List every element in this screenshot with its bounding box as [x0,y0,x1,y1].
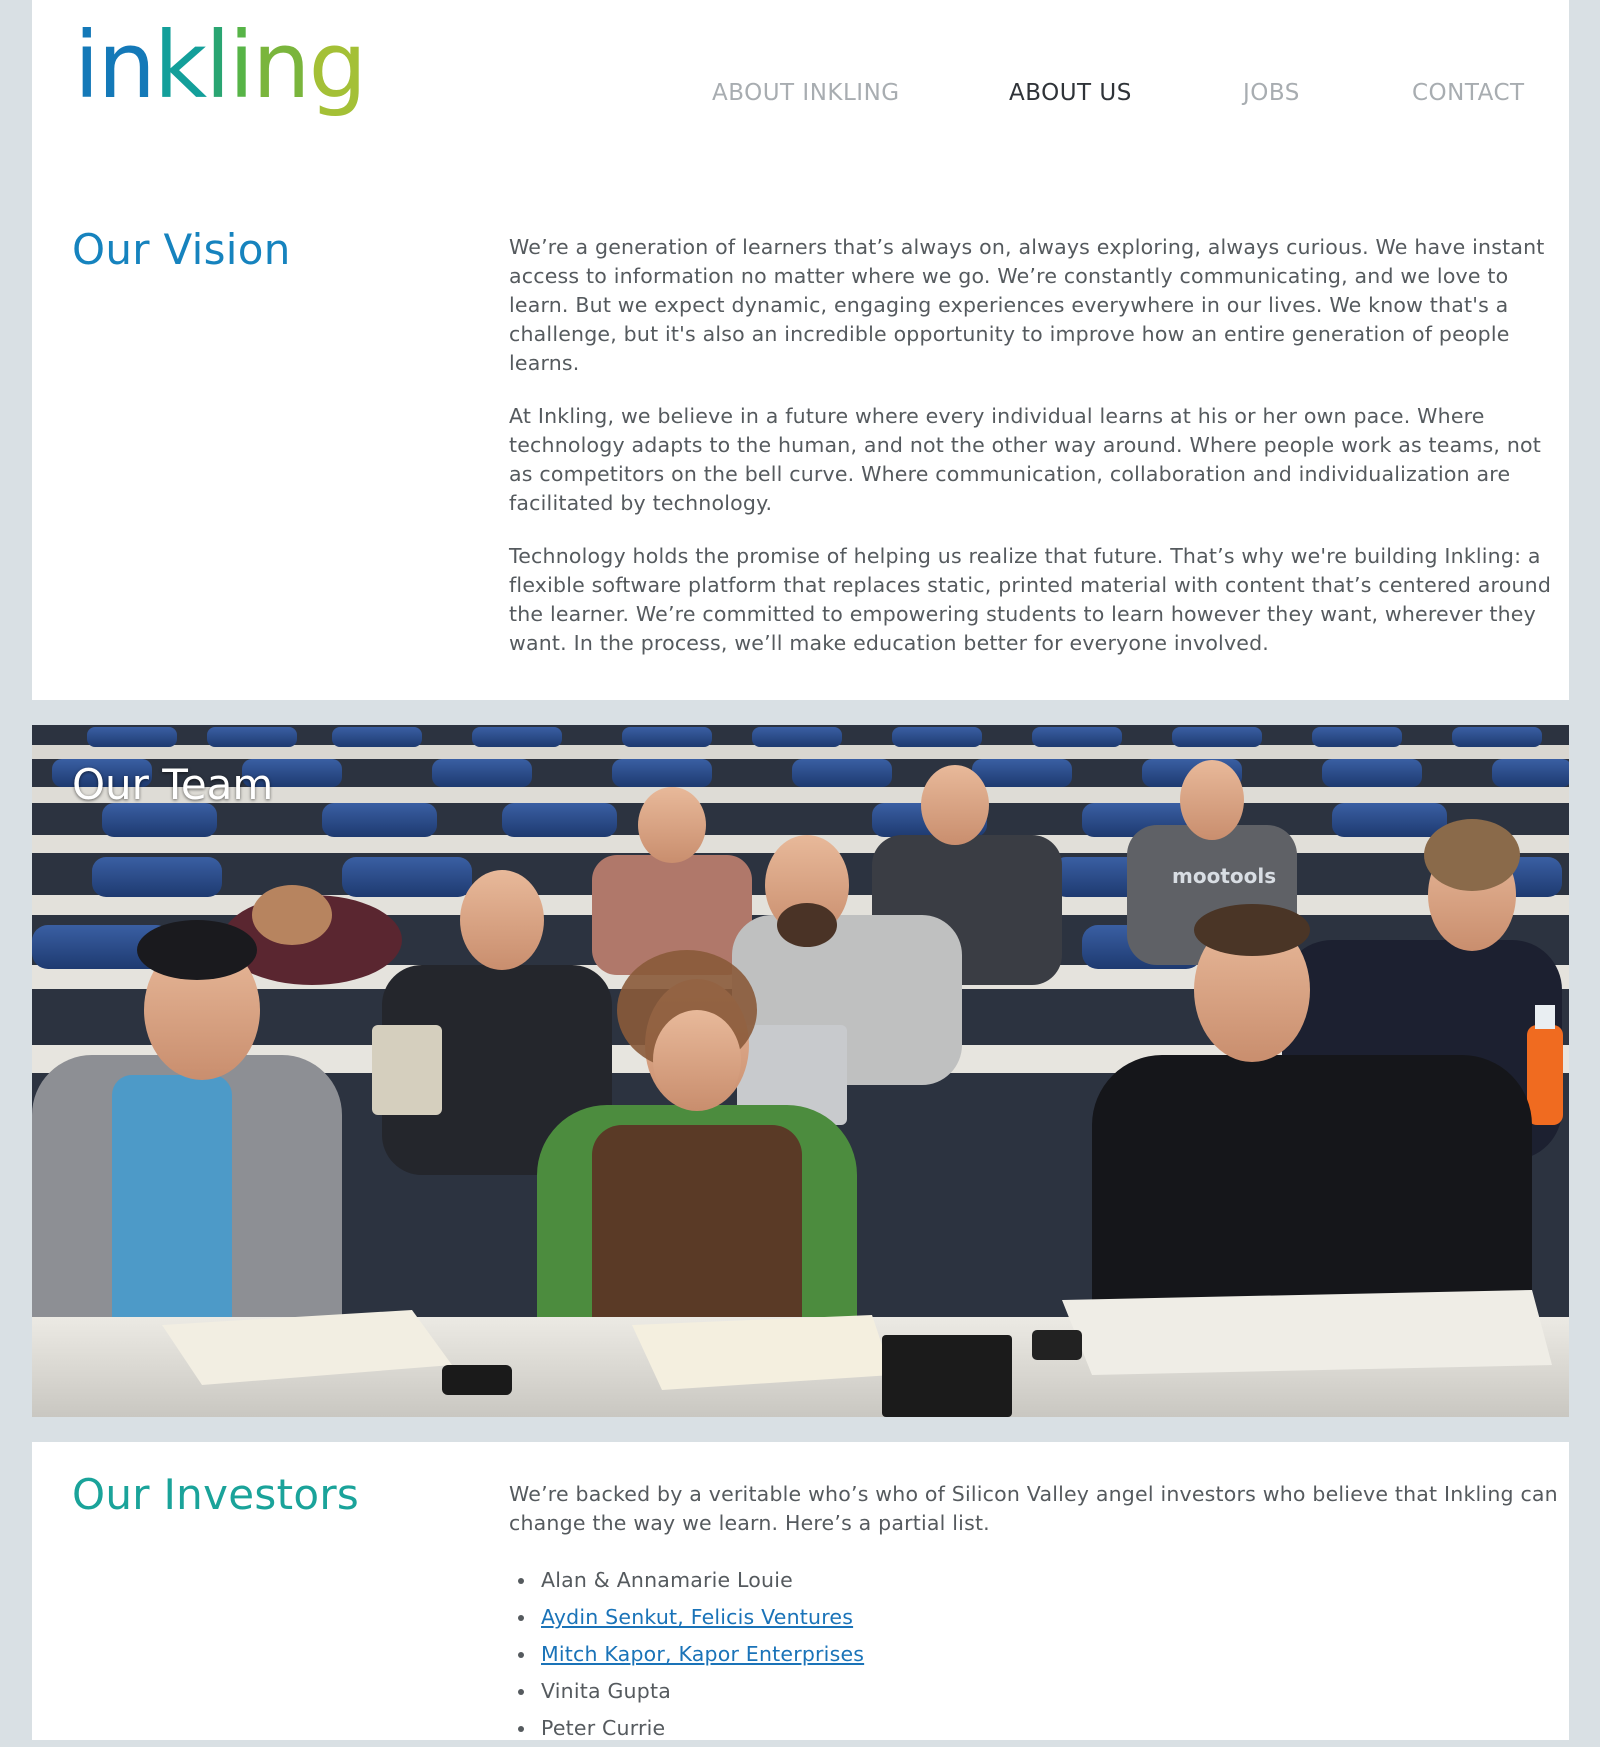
nav-jobs[interactable]: JOBS [1243,80,1300,106]
list-item: Alan & Annamarie Louie [509,1562,1559,1599]
logo-letter: i [74,12,100,119]
nav-about-us[interactable]: ABOUT US [1009,80,1132,106]
vision-title: Our Vision [72,225,291,274]
logo-letter: n [97,12,156,119]
nav-contact[interactable]: CONTACT [1412,80,1525,106]
list-item: Vinita Gupta [509,1673,1559,1710]
investor-name: Peter Currie [541,1716,666,1740]
vision-body: We’re a generation of learners that’s al… [509,233,1559,682]
investors-panel: Our Investors We’re backed by a veritabl… [32,1442,1569,1740]
vision-panel: inkling ABOUT INKLING ABOUT US JOBS CONT… [32,0,1569,700]
logo-letter: l [205,12,231,119]
shirt-text: mootools [1172,864,1276,888]
list-item: Aydin Senkut, Felicis Ventures [509,1599,1559,1636]
logo-letter: n [252,12,310,119]
inkling-logo[interactable]: inkling [74,12,367,119]
list-item: Peter Currie [509,1710,1559,1747]
investors-title: Our Investors [72,1470,360,1519]
investor-link[interactable]: Mitch Kapor, Kapor Enterprises [541,1642,864,1666]
phone [442,1365,512,1395]
team-panel: mootools Our Team [32,725,1569,1417]
logo-letter: g [308,12,367,119]
list-item: Mitch Kapor, Kapor Enterprises [509,1636,1559,1673]
investor-name: Alan & Annamarie Louie [541,1568,793,1592]
team-photo: mootools [32,725,1569,1417]
vision-paragraph: At Inkling, we believe in a future where… [509,404,1542,515]
investor-name: Vinita Gupta [541,1679,671,1703]
nav-about-inkling[interactable]: ABOUT INKLING [712,80,900,106]
team-title: Our Team [72,760,274,809]
investor-list: Alan & Annamarie Louie Aydin Senkut, Fel… [509,1562,1559,1747]
phone [1032,1330,1082,1360]
box [882,1335,1012,1417]
vision-paragraph: We’re a generation of learners that’s al… [509,235,1545,375]
investor-link[interactable]: Aydin Senkut, Felicis Ventures [541,1605,853,1629]
logo-letter: i [228,12,255,119]
textbook [1062,1290,1552,1375]
investors-body: We’re backed by a veritable who’s who of… [509,1480,1559,1747]
logo-letter: k [153,12,207,119]
investors-intro: We’re backed by a veritable who’s who of… [509,1482,1558,1535]
vision-paragraph: Technology holds the promise of helping … [509,544,1552,655]
